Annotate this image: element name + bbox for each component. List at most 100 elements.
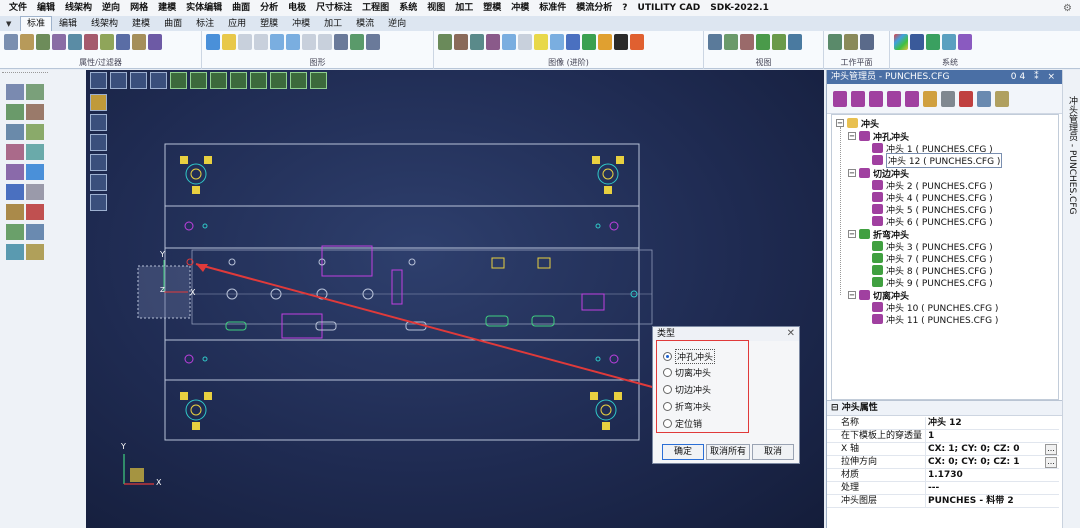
menu-die[interactable]: 冲模: [506, 0, 534, 16]
solid-icon[interactable]: [26, 184, 44, 200]
prop-value[interactable]: CX: 1; CY: 0; CZ: 0: [925, 443, 1045, 456]
view-icon[interactable]: [708, 34, 722, 50]
dimension-icon[interactable]: [26, 204, 44, 220]
menu-surface[interactable]: 曲面: [227, 0, 255, 16]
menu-sdk[interactable]: SDK-2022.1: [705, 0, 774, 16]
menu-machining[interactable]: 加工: [450, 0, 478, 16]
cylinder-icon[interactable]: [502, 34, 516, 50]
menu-standard-parts[interactable]: 标准件: [534, 0, 571, 16]
cylinder-shaded-icon[interactable]: [270, 34, 284, 50]
tree-item[interactable]: 冲头 9 ( PUNCHES.CFG ): [872, 276, 993, 289]
tab-flow[interactable]: 模流: [349, 16, 381, 31]
prop-row[interactable]: 材质 1.1730: [827, 469, 1059, 482]
trim-icon[interactable]: [26, 104, 44, 120]
cube-red-icon[interactable]: [959, 90, 973, 107]
list-icon[interactable]: [977, 90, 991, 107]
tree-group-trim[interactable]: − 切边冲头: [848, 167, 909, 180]
punch-move-icon[interactable]: [887, 90, 901, 107]
light-icon[interactable]: [438, 34, 452, 50]
prop-row[interactable]: 在下模板上的穿透量 1: [827, 430, 1059, 443]
filter-icon[interactable]: [20, 34, 34, 50]
side-tab[interactable]: 冲头管理员 - PUNCHES.CFG: [1062, 70, 1080, 528]
close-icon[interactable]: ✕: [787, 327, 795, 341]
rotate-icon[interactable]: [6, 184, 24, 200]
menu-file[interactable]: 文件: [4, 0, 32, 16]
undo-icon[interactable]: [26, 224, 44, 240]
scene-icon[interactable]: [470, 34, 484, 50]
black-sphere-icon[interactable]: [614, 34, 628, 50]
transparency-icon[interactable]: [550, 34, 564, 50]
tree-item[interactable]: 冲头 4 ( PUNCHES.CFG ): [872, 191, 993, 204]
prop-value[interactable]: 冲头 12: [925, 417, 1045, 430]
menu-mesh[interactable]: 网格: [125, 0, 153, 16]
cube-icon[interactable]: [566, 34, 580, 50]
render-icon[interactable]: [334, 34, 348, 50]
color-icon[interactable]: [68, 34, 82, 50]
tree-item[interactable]: 冲头 6 ( PUNCHES.CFG ): [872, 215, 993, 228]
report-icon[interactable]: [995, 90, 1009, 107]
tab-reverse[interactable]: 逆向: [381, 16, 413, 31]
menu-mold[interactable]: 塑模: [478, 0, 506, 16]
tree-group-punch-hole[interactable]: − 冲孔冲头: [848, 130, 909, 143]
tree-group-bend[interactable]: − 折弯冲头: [848, 228, 909, 241]
line-icon[interactable]: [26, 84, 44, 100]
prop-row[interactable]: 处理 ---: [827, 482, 1059, 495]
pan-icon[interactable]: [740, 34, 754, 50]
cylinder-outline-icon[interactable]: [238, 34, 252, 50]
cube-grey-icon[interactable]: [941, 90, 955, 107]
box-icon[interactable]: [630, 34, 644, 50]
gear-icon[interactable]: ⚙: [1055, 3, 1080, 14]
menu-dimension[interactable]: 尺寸标注: [311, 0, 357, 16]
more-button[interactable]: ...: [1045, 444, 1057, 455]
more-button[interactable]: ...: [1045, 457, 1057, 468]
mirror-icon[interactable]: [6, 164, 24, 180]
panel-title-buttons[interactable]: 04 ⁑ ×: [1011, 70, 1058, 84]
menu-electrode[interactable]: 电极: [283, 0, 311, 16]
sphere-icon[interactable]: [582, 34, 596, 50]
workplane-align-icon[interactable]: [844, 34, 858, 50]
prop-value[interactable]: CX: 0; CY: 0; CZ: 1: [925, 456, 1045, 469]
menu-view[interactable]: 视图: [422, 0, 450, 16]
cylinder-edges-icon[interactable]: [286, 34, 300, 50]
chamfer-icon[interactable]: [26, 144, 44, 160]
tree-item[interactable]: 冲头 10 ( PUNCHES.CFG ): [872, 301, 998, 314]
parallelogram-icon[interactable]: [26, 164, 44, 180]
monitor-icon[interactable]: [942, 34, 956, 50]
layer-icon[interactable]: [52, 34, 66, 50]
tree-item[interactable]: 冲头 2 ( PUNCHES.CFG ): [872, 179, 993, 192]
pie-icon[interactable]: [598, 34, 612, 50]
preferences-icon[interactable]: [958, 34, 972, 50]
tree-item[interactable]: 冲头 8 ( PUNCHES.CFG ): [872, 264, 993, 277]
collapse-icon[interactable]: −: [848, 230, 856, 238]
prop-row[interactable]: 拉伸方向 CX: 0; CY: 0; CZ: 1 ...: [827, 456, 1059, 469]
collapse-icon[interactable]: −: [848, 132, 856, 140]
menu-edit[interactable]: 编辑: [32, 0, 60, 16]
offset-icon[interactable]: [6, 124, 24, 140]
extend-icon[interactable]: [26, 124, 44, 140]
cylinder-hidden-icon[interactable]: [302, 34, 316, 50]
settings-globe-icon[interactable]: [926, 34, 940, 50]
tab-surface[interactable]: 曲面: [157, 16, 189, 31]
tree-group-cut-off[interactable]: − 切离冲头: [848, 289, 909, 302]
cylinder-plain-icon[interactable]: [518, 34, 532, 50]
display-icon[interactable]: [366, 34, 380, 50]
ok-button[interactable]: 确定: [662, 444, 704, 460]
punch-edit-icon[interactable]: [851, 90, 865, 107]
delete-icon[interactable]: [6, 224, 24, 240]
collapse-icon[interactable]: −: [836, 119, 844, 127]
menu-flow-analysis[interactable]: 模流分析: [571, 0, 617, 16]
tab-modeling[interactable]: 建模: [125, 16, 157, 31]
cylinder-icon[interactable]: [222, 34, 236, 50]
filter-point-icon[interactable]: [132, 34, 146, 50]
tab-edit[interactable]: 编辑: [52, 16, 84, 31]
menu-reverse[interactable]: 逆向: [97, 0, 125, 16]
fillet-icon[interactable]: [6, 144, 24, 160]
tree-item[interactable]: 冲头 7 ( PUNCHES.CFG ): [872, 252, 993, 265]
workplane-icon[interactable]: [828, 34, 842, 50]
punch-delete-icon[interactable]: [905, 90, 919, 107]
rectangle-icon[interactable]: [6, 104, 24, 120]
image-icon[interactable]: [26, 244, 44, 260]
environment-icon[interactable]: [486, 34, 500, 50]
tree-item[interactable]: 冲头 5 ( PUNCHES.CFG ): [872, 203, 993, 216]
highlight-icon[interactable]: [534, 34, 548, 50]
